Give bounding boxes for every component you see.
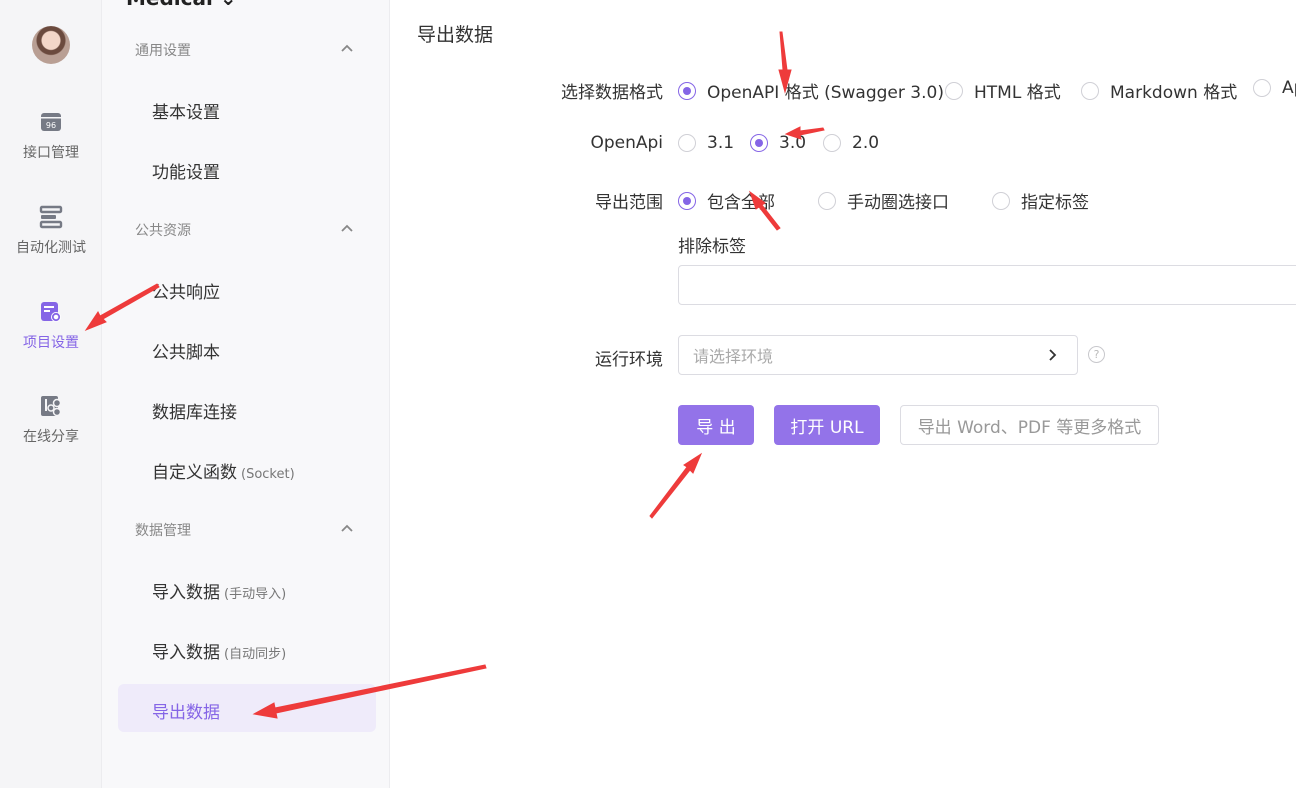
chevron-up-icon[interactable]	[340, 42, 354, 56]
app-window: 96 接口管理 自动化测试 项目设置 在线分享 通用设置 基本设置 功能设置 公…	[0, 0, 1296, 788]
radio-dot	[1081, 81, 1099, 100]
radio-dot	[1253, 79, 1271, 97]
radio-scope-manual[interactable]: 手动圈选接口	[818, 188, 949, 213]
radio-version-3-0[interactable]: 3.0	[750, 133, 806, 153]
env-placeholder: 请选择环境	[693, 347, 774, 366]
radio-format-openapi[interactable]: OpenAPI 格式 (Swagger 3.0)	[678, 78, 944, 103]
radio-dot	[823, 134, 841, 152]
scope-label: 导出范围	[595, 193, 663, 213]
format-label: 选择数据格式	[561, 83, 663, 103]
sidebar-item-feature-settings[interactable]: 功能设置	[152, 158, 220, 183]
sidebar-item-export-data[interactable]: 导出数据	[152, 698, 220, 723]
help-icon[interactable]: ?	[1088, 346, 1105, 363]
rail-item-label: 在线分享	[23, 429, 79, 445]
page-title: 导出数据	[417, 24, 494, 46]
project-settings-icon	[41, 302, 61, 322]
sidebar-item-label: 自定义函数	[152, 463, 237, 483]
exclude-tags-label: 排除标签	[678, 237, 746, 257]
more-formats-button[interactable]: 导出 Word、PDF 等更多格式	[900, 405, 1159, 445]
rail-item-label: 自动化测试	[16, 240, 86, 256]
sidebar-item-label: 导入数据	[152, 583, 220, 603]
env-select[interactable]: 请选择环境	[678, 335, 1078, 375]
radio-format-html[interactable]: HTML 格式	[945, 78, 1061, 103]
sidebar-item-import-sync[interactable]: 导入数据 (自动同步)	[152, 638, 286, 663]
sidebar-item-basic-settings[interactable]: 基本设置	[152, 98, 220, 123]
share-icon	[41, 396, 62, 417]
chevron-up-icon[interactable]	[340, 222, 354, 236]
radio-dot	[678, 191, 696, 210]
radio-version-3-1[interactable]: 3.1	[678, 133, 734, 153]
rail-item-project-settings[interactable]: 项目设置	[0, 300, 102, 352]
sidebar-item-note: (自动同步)	[224, 647, 287, 662]
sidebar-item-public-response[interactable]: 公共响应	[152, 278, 220, 303]
svg-text:96: 96	[46, 121, 56, 130]
api-icon: 96	[41, 113, 61, 131]
chevron-up-icon[interactable]	[340, 522, 354, 536]
rail-item-api[interactable]: 96 接口管理	[0, 110, 102, 162]
radio-scope-all[interactable]: 包含全部	[678, 188, 775, 213]
radio-dot	[945, 81, 963, 100]
group-data-management: 数据管理	[135, 523, 191, 539]
icon-rail: 96 接口管理 自动化测试 项目设置 在线分享	[0, 0, 102, 788]
radio-version-2-0[interactable]: 2.0	[823, 133, 879, 153]
radio-dot	[818, 191, 836, 210]
radio-format-markdown[interactable]: Markdown 格式	[1081, 78, 1237, 103]
radio-dot	[992, 191, 1010, 210]
sidebar-item-import-manual[interactable]: 导入数据 (手动导入)	[152, 578, 286, 603]
radio-format-more[interactable]: Ap	[1253, 78, 1296, 98]
annotation-arrow-export-button	[649, 452, 703, 519]
rail-item-automation[interactable]: 自动化测试	[0, 205, 102, 257]
radio-dot	[750, 134, 768, 152]
project-name[interactable]: Medical ⌄	[126, 0, 237, 10]
avatar[interactable]	[32, 26, 70, 64]
radio-dot	[678, 81, 696, 100]
rail-item-share[interactable]: 在线分享	[0, 394, 102, 446]
openapi-version-label: OpenApi	[590, 133, 663, 153]
sidebar-item-database[interactable]: 数据库连接	[152, 398, 237, 423]
sidebar-item-note: (手动导入)	[224, 587, 287, 602]
sidebar-item-label: 导入数据	[152, 643, 220, 663]
open-url-button[interactable]: 打开 URL	[774, 405, 880, 445]
sidebar-item-custom-function[interactable]: 自定义函数 (Socket)	[152, 458, 295, 483]
group-public-resources: 公共资源	[135, 223, 191, 239]
chevron-right-icon	[1049, 349, 1057, 361]
env-label: 运行环境	[595, 350, 663, 370]
exclude-tags-input[interactable]	[678, 265, 1296, 305]
rail-item-label: 接口管理	[23, 145, 79, 161]
settings-sidebar: Medical ⌄ 通用设置 基本设置 功能设置 公共资源 公共响应 公共脚本 …	[102, 0, 390, 788]
rail-item-label: 项目设置	[23, 335, 79, 351]
sidebar-item-note: (Socket)	[241, 467, 295, 482]
radio-dot	[678, 134, 696, 152]
export-button[interactable]: 导 出	[678, 405, 754, 445]
automation-icon	[39, 205, 63, 229]
sidebar-item-public-script[interactable]: 公共脚本	[152, 338, 220, 363]
group-general: 通用设置	[135, 43, 191, 59]
radio-scope-tags[interactable]: 指定标签	[992, 188, 1089, 213]
